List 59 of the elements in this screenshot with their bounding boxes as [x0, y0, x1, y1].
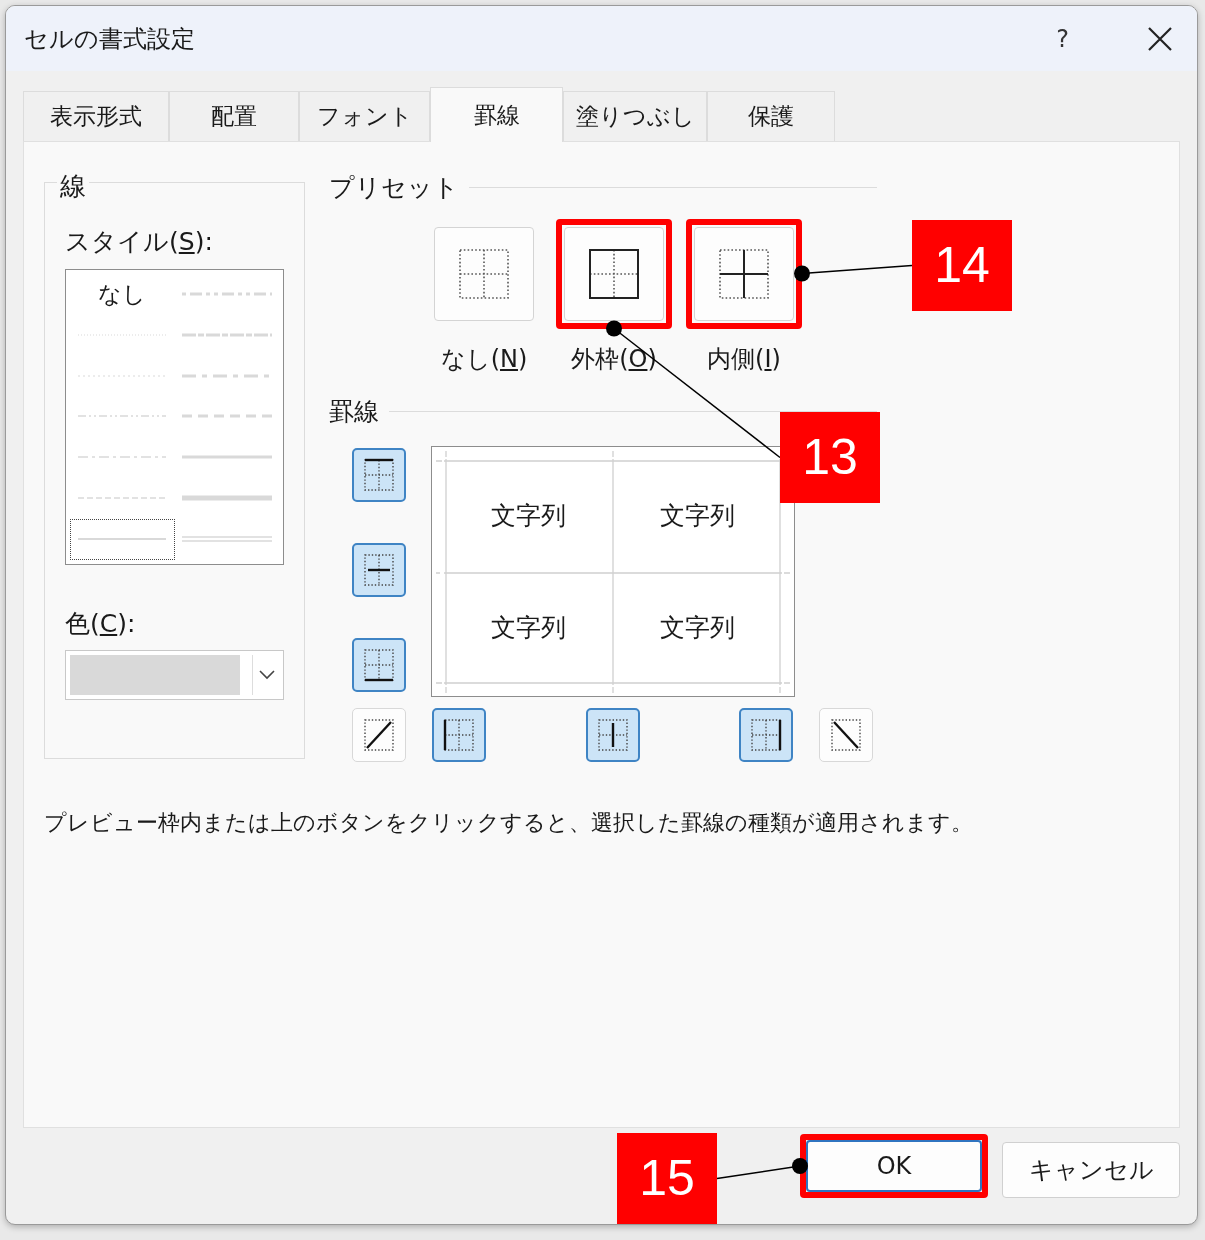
callout-badge: 14 — [912, 220, 1012, 311]
button-label: 内側(I) — [707, 343, 781, 375]
middle-vertical-border-icon — [596, 717, 630, 753]
description-text: プレビュー枠内または上のボタンをクリックすると、選択した罫線の種類が適用されます。 — [44, 809, 974, 837]
callout-badge: 13 — [780, 412, 880, 503]
border-toggle-button[interactable] — [352, 448, 406, 502]
field-label: スタイル(S): — [65, 226, 214, 258]
outline-border-icon — [587, 246, 641, 301]
line-style-option[interactable] — [78, 495, 167, 502]
close-icon[interactable] — [1147, 25, 1173, 52]
dialog-button[interactable]: キャンセル — [1002, 1142, 1180, 1198]
line-style-option[interactable] — [181, 536, 272, 543]
line-style-list[interactable]: なし — [65, 268, 284, 565]
preset-button[interactable] — [564, 226, 664, 321]
border-toggle-button[interactable] — [586, 708, 640, 762]
tab[interactable]: 塗りつぶし — [563, 91, 707, 141]
window-title: セルの書式設定 — [24, 23, 195, 55]
chevron-down-icon — [259, 670, 275, 680]
tab[interactable]: フォント — [299, 91, 430, 141]
section-heading: プリセット — [329, 172, 459, 204]
right-border-icon — [749, 717, 783, 753]
line-style-option[interactable] — [181, 495, 272, 502]
border-toggle-button[interactable] — [739, 708, 793, 762]
line-style-option[interactable] — [78, 454, 167, 461]
selected-line-style[interactable] — [70, 518, 175, 560]
top-border-icon — [362, 457, 396, 493]
border-preview[interactable]: 文字列 文字列 文字列 文字列 — [431, 446, 795, 697]
preview-text: 文字列 — [491, 612, 566, 644]
border-toggle-button[interactable] — [432, 708, 486, 762]
tab[interactable]: 罫線 — [430, 87, 563, 142]
help-button[interactable]: ? — [1056, 20, 1069, 57]
line-style-option[interactable] — [181, 290, 272, 297]
border-toggle-button[interactable] — [352, 638, 406, 692]
line-style-option[interactable] — [181, 331, 272, 338]
line-style-option[interactable] — [181, 413, 272, 420]
diagonal-up-border-icon — [362, 717, 396, 753]
line-style-option[interactable] — [78, 413, 167, 420]
tab[interactable]: 保護 — [707, 91, 835, 141]
line-style-option[interactable] — [181, 454, 272, 461]
preview-text: 文字列 — [660, 612, 735, 644]
none-border-icon — [457, 246, 511, 301]
bottom-border-icon — [362, 647, 396, 683]
preview-text: 文字列 — [491, 499, 566, 532]
button-label: なし(N) — [440, 343, 528, 375]
preview-text: 文字列 — [660, 499, 735, 532]
line-style-option[interactable] — [181, 372, 272, 379]
diagonal-down-border-icon — [829, 717, 863, 753]
border-toggle-button[interactable] — [352, 543, 406, 597]
inside-border-icon — [717, 246, 771, 301]
section-heading: 罫線 — [329, 395, 379, 428]
callout-badge: 15 — [617, 1133, 717, 1224]
dialog-button[interactable]: OK — [806, 1140, 982, 1192]
color-dropdown[interactable] — [65, 650, 284, 700]
middle-horizontal-border-icon — [362, 552, 396, 588]
left-border-icon — [442, 717, 476, 753]
tab[interactable]: 配置 — [169, 91, 299, 141]
line-style-option[interactable]: なし — [98, 276, 147, 312]
tab[interactable]: 表示形式 — [23, 91, 169, 141]
field-label: 色(C): — [65, 607, 137, 640]
